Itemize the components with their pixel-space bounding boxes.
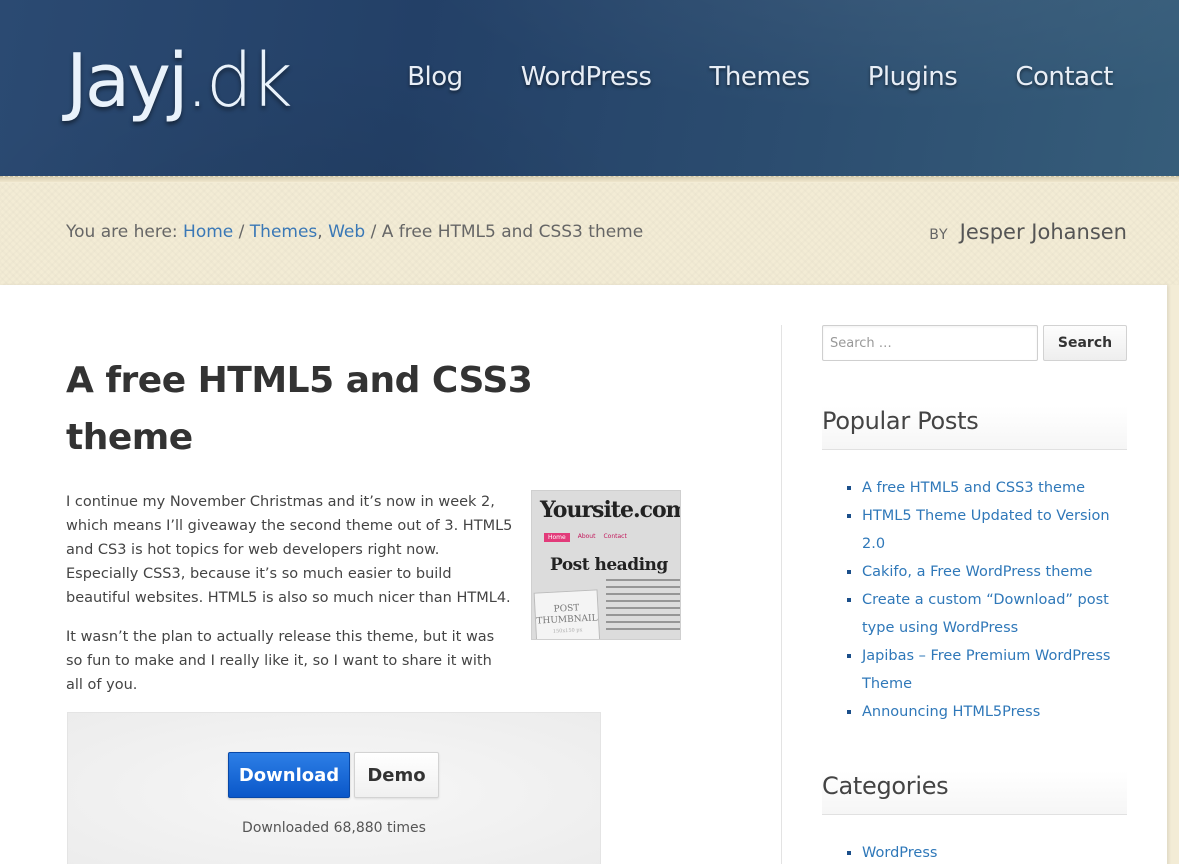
breadcrumb-separator: / xyxy=(370,222,377,242)
byline-author[interactable]: Jesper Johansen xyxy=(960,220,1127,244)
breadcrumb-web-link[interactable]: Web xyxy=(328,222,365,242)
thumbnail-nav-home: Home xyxy=(544,533,570,542)
popular-posts-list: A free HTML5 and CSS3 theme HTML5 Theme … xyxy=(862,474,1127,726)
nav-wordpress[interactable]: WordPress xyxy=(521,58,652,96)
thumbnail-site-text: Yoursite.com xyxy=(540,497,681,523)
main-nav: Blog WordPress Themes Plugins Contact xyxy=(407,58,1113,96)
byline-by: BY xyxy=(929,227,949,243)
post-thumbnail-image: Yoursite.com Home About Contact Post hea… xyxy=(531,490,681,640)
breadcrumb: You are here: Home / Themes, Web / A fre… xyxy=(66,222,643,242)
categories-title: Categories xyxy=(822,771,1127,815)
breadcrumb-prefix: You are here: xyxy=(66,222,178,242)
list-item: WordPress xyxy=(862,839,1127,864)
thumbnail-box-size: 150x150 px xyxy=(552,627,583,635)
post-title: A free HTML5 and CSS3 theme xyxy=(66,360,533,458)
list-item: HTML5 Theme Updated to Version 2.0 xyxy=(862,502,1127,558)
breadcrumb-themes-link[interactable]: Themes xyxy=(250,222,318,242)
popular-post-link[interactable]: HTML5 Theme Updated to Version 2.0 xyxy=(862,508,1110,552)
post-paragraph-1: I continue my November Christmas and it’… xyxy=(66,494,513,606)
site-header: Jayj.dk Blog WordPress Themes Plugins Co… xyxy=(0,0,1179,176)
nav-plugins[interactable]: Plugins xyxy=(868,58,958,96)
popular-post-link[interactable]: A free HTML5 and CSS3 theme xyxy=(862,480,1085,496)
list-item: Japibas – Free Premium WordPress Theme xyxy=(862,642,1127,698)
logo-main-text: Jayj xyxy=(66,38,189,124)
popular-post-link[interactable]: Japibas – Free Premium WordPress Theme xyxy=(862,648,1110,692)
nav-contact[interactable]: Contact xyxy=(1015,58,1113,96)
list-item: Create a custom “Download” post type usi… xyxy=(862,586,1127,642)
thumbnail-nav: Home About Contact xyxy=(544,533,627,542)
list-item: Announcing HTML5Press xyxy=(862,698,1127,726)
breadcrumb-category-separator: , xyxy=(317,222,323,242)
list-item: Cakifo, a Free WordPress theme xyxy=(862,558,1127,586)
site-logo[interactable]: Jayj.dk xyxy=(66,36,293,126)
sidebar-divider xyxy=(781,325,782,864)
thumbnail-box: POST THUMBNAIL 150x150 px xyxy=(533,589,601,639)
header-divider xyxy=(0,176,1179,182)
popular-post-link[interactable]: Create a custom “Download” post type usi… xyxy=(862,592,1109,636)
list-item: A free HTML5 and CSS3 theme xyxy=(862,474,1127,502)
popular-post-link[interactable]: Cakifo, a Free WordPress theme xyxy=(862,564,1092,580)
post-paragraph-2: It wasn’t the plan to actually release t… xyxy=(66,629,495,693)
nav-blog[interactable]: Blog xyxy=(407,58,463,96)
categories-list: WordPress xyxy=(862,839,1127,864)
nav-themes[interactable]: Themes xyxy=(709,58,810,96)
breadcrumb-home-link[interactable]: Home xyxy=(183,222,233,242)
thumbnail-nav-about: About xyxy=(577,533,596,540)
logo-tld-text: .dk xyxy=(185,38,293,124)
demo-button[interactable]: Demo xyxy=(354,752,439,798)
search-button[interactable]: Search xyxy=(1043,325,1127,361)
thumbnail-nav-contact: Contact xyxy=(603,533,627,540)
thumbnail-heading: Post heading xyxy=(550,555,668,575)
breadcrumb-separator: / xyxy=(238,222,245,242)
thumbnail-text-lines xyxy=(606,579,680,635)
thumbnail-box-label: POST THUMBNAIL xyxy=(536,603,598,627)
popular-posts-title: Popular Posts xyxy=(822,406,1127,450)
category-link[interactable]: WordPress xyxy=(862,845,937,861)
download-count: Downloaded 68,880 times xyxy=(242,820,426,836)
byline: BY Jesper Johansen xyxy=(929,220,1127,244)
popular-post-link[interactable]: Announcing HTML5Press xyxy=(862,704,1040,720)
search-input[interactable] xyxy=(822,325,1038,361)
breadcrumb-current: A free HTML5 and CSS3 theme xyxy=(381,222,644,242)
download-button[interactable]: Download xyxy=(228,752,350,798)
